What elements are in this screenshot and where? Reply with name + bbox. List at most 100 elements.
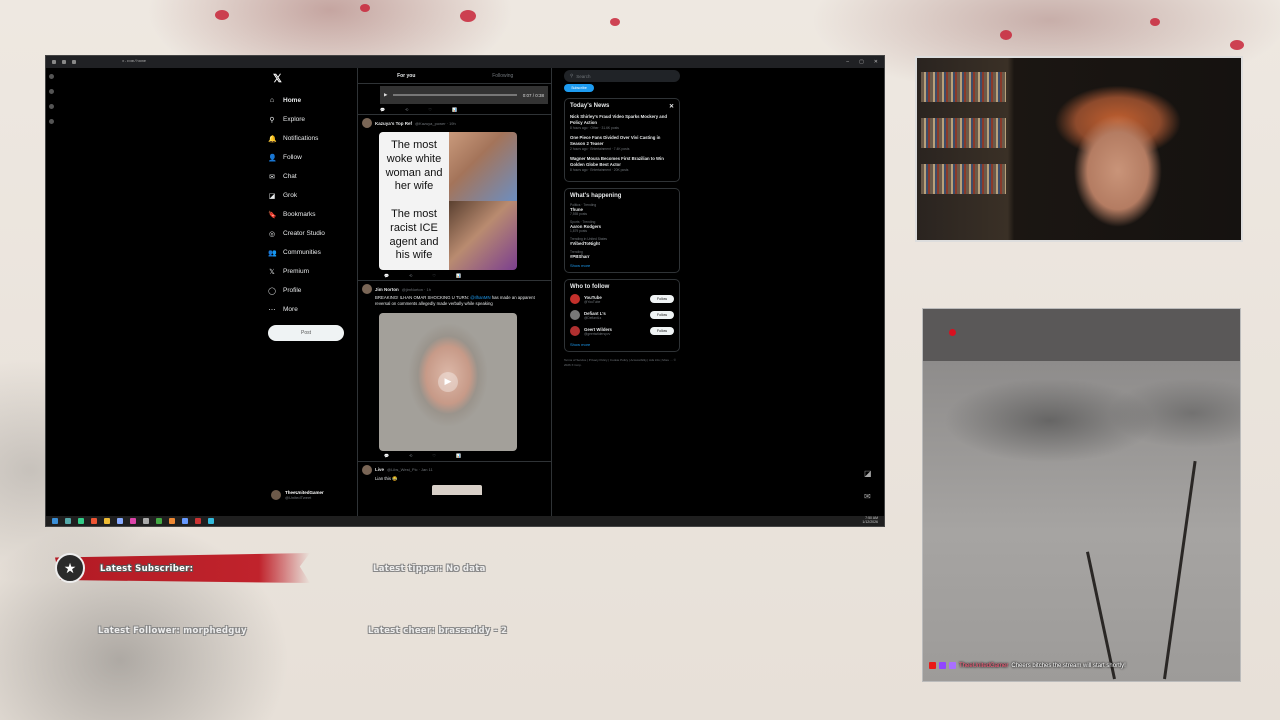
minimize-button[interactable]: – — [846, 59, 849, 65]
retweet-icon[interactable]: ⟲ — [409, 273, 412, 278]
like-icon[interactable]: ♡ — [428, 107, 432, 112]
meme-photo — [449, 201, 517, 270]
follow-button[interactable]: Follow — [650, 295, 674, 304]
follow-suggestion[interactable]: YouTube @YouTube Follow — [570, 294, 674, 305]
follow-button[interactable]: Follow — [650, 327, 674, 336]
retweet-icon[interactable]: ⟲ — [405, 107, 408, 112]
follow-button[interactable]: Follow — [650, 311, 674, 320]
avatar[interactable] — [362, 284, 372, 294]
messages-icon[interactable]: ✉ — [864, 492, 875, 503]
mention-link[interactable]: @IlhanMN — [470, 295, 490, 300]
sidebar-app-icon[interactable] — [49, 74, 54, 79]
taskbar-app-icon[interactable] — [65, 518, 71, 524]
tweet-author[interactable]: Live — [375, 467, 384, 472]
taskbar-app-icon[interactable] — [104, 518, 110, 524]
tweet[interactable]: Live @Libs_West_Pic · Jan 11 Lian this 😂 — [358, 460, 551, 496]
nav-explore[interactable]: ⚲ Explore — [268, 110, 358, 129]
nav-label: Notifications — [283, 135, 319, 142]
news-item[interactable]: Nick Shirley's Fraud Video Sparks Mocker… — [570, 114, 674, 130]
nav-communities[interactable]: 👥 Communities — [268, 243, 358, 262]
sidebar-app-icon[interactable] — [49, 119, 54, 124]
follow-suggestion[interactable]: Geert Wilders @geertwilderspvv Follow — [570, 326, 674, 337]
trend-item[interactable]: Politics · Trending Thune 7,555 posts — [570, 203, 674, 216]
grok-icon[interactable]: ◪ — [864, 469, 875, 480]
play-icon[interactable]: ▶ — [438, 371, 458, 392]
reply-icon[interactable]: 💬 — [384, 273, 389, 278]
video-player-controls[interactable]: ▶ 0:07 / 0:38 — [380, 86, 548, 104]
tweet-media[interactable]: The most woke white woman and her wife T… — [379, 132, 517, 270]
tweet-author[interactable]: Jim Norton — [375, 287, 399, 292]
taskbar-app-icon[interactable] — [156, 518, 162, 524]
post-button[interactable]: Post — [268, 325, 344, 341]
x-logo-icon[interactable]: 𝕏 — [273, 72, 358, 85]
nav-notifications[interactable]: 🔔 Notifications — [268, 129, 358, 148]
video-progress[interactable] — [393, 94, 517, 96]
tweet-author[interactable]: Kazuya's Top Ref — [375, 121, 412, 126]
tweet-media[interactable] — [432, 485, 482, 496]
nav-grok[interactable]: ◪ Grok — [268, 186, 358, 205]
nav-bookmarks[interactable]: 🔖 Bookmarks — [268, 205, 358, 224]
show-more-link[interactable]: Show more — [570, 342, 674, 347]
taskbar-app-icon[interactable] — [182, 518, 188, 524]
nav-label: Grok — [283, 192, 298, 199]
nav-chat[interactable]: ✉ Chat — [268, 167, 358, 186]
bookshelf — [921, 72, 1006, 102]
nav-premium[interactable]: 𝕏 Premium — [268, 262, 358, 281]
tweet[interactable]: Jim Norton @jimNorton · 1h BREAKING! ILH… — [358, 280, 551, 461]
account-switcher[interactable]: TheeUnitedGamer @UnitedTweet — [271, 490, 324, 500]
address-bar[interactable]: x.com/home — [122, 60, 146, 64]
taskbar-app-icon[interactable] — [169, 518, 175, 524]
browser-side-panel — [49, 74, 57, 124]
close-icon[interactable]: ✕ — [669, 103, 674, 110]
avatar[interactable] — [362, 464, 372, 475]
show-more-link[interactable]: Show more — [570, 263, 674, 268]
nav-label: Explore — [283, 116, 306, 123]
system-clock[interactable]: 7:50 AM 1/12/2026 — [862, 516, 878, 525]
taskbar-app-icon[interactable] — [130, 518, 136, 524]
trend-item[interactable]: Trending in United States #VibedToNight — [570, 237, 674, 246]
sidebar-app-icon[interactable] — [49, 104, 54, 109]
nav-follow[interactable]: 👤 Follow — [268, 148, 358, 167]
retweet-icon[interactable]: ⟲ — [409, 453, 412, 458]
like-icon[interactable]: ♡ — [432, 453, 436, 458]
taskbar-app-icon[interactable] — [91, 518, 97, 524]
close-window-button[interactable]: ✕ — [874, 59, 878, 65]
views-icon[interactable]: 📊 — [456, 273, 461, 278]
nav-home[interactable]: ⌂ Home — [268, 91, 358, 110]
taskbar-app-icon[interactable] — [117, 518, 123, 524]
footer-links[interactable]: Terms of Service | Privacy Policy | Cook… — [564, 358, 680, 368]
news-item[interactable]: One Piece Fans Divided Over Vivi Casting… — [570, 135, 674, 151]
tab-for-you[interactable]: For you — [358, 73, 455, 79]
taskbar-app-icon[interactable] — [143, 518, 149, 524]
play-icon[interactable]: ▶ — [384, 92, 387, 98]
tweet-video[interactable]: ▶ — [379, 312, 517, 451]
sidebar-app-icon[interactable] — [49, 89, 54, 94]
trend-item[interactable]: Sports · Trending Aaron Rodgers 1,879 po… — [570, 220, 674, 233]
views-icon[interactable]: 📊 — [456, 453, 461, 458]
trend-item[interactable]: Trending #PBSharr — [570, 250, 674, 259]
tab-following[interactable]: Following — [455, 73, 552, 79]
reply-icon[interactable]: 💬 — [384, 453, 389, 458]
taskbar-app-icon[interactable] — [78, 518, 84, 524]
taskbar-app-icon[interactable] — [208, 518, 214, 524]
reload-icon[interactable] — [72, 60, 76, 64]
bookmark-icon: 🔖 — [268, 211, 277, 219]
tweet[interactable]: Kazuya's Top Ref @Kazuya_power · 19h The… — [358, 114, 551, 280]
nav-profile[interactable]: ◯ Profile — [268, 281, 358, 300]
news-item[interactable]: Wagner Moura Becomes First Brazilian to … — [570, 156, 674, 172]
search-input[interactable]: ⚲ Search — [564, 70, 680, 82]
reply-icon[interactable]: 💬 — [380, 107, 385, 112]
profile-icon: ◯ — [268, 287, 276, 295]
start-icon[interactable] — [52, 518, 58, 524]
like-icon[interactable]: ♡ — [432, 273, 436, 278]
maximize-button[interactable]: ▢ — [859, 59, 864, 65]
avatar[interactable] — [362, 118, 372, 128]
back-icon[interactable] — [52, 60, 56, 64]
taskbar-app-icon[interactable] — [195, 518, 201, 524]
forward-icon[interactable] — [62, 60, 66, 64]
follow-suggestion[interactable]: Defiant L's @DefiantLs Follow — [570, 310, 674, 321]
subscribe-button[interactable]: Subscribe — [564, 84, 594, 92]
nav-more[interactable]: ⋯ More — [268, 300, 358, 319]
views-icon[interactable]: 📊 — [452, 107, 457, 112]
nav-creator-studio[interactable]: ◎ Creator Studio — [268, 224, 358, 243]
